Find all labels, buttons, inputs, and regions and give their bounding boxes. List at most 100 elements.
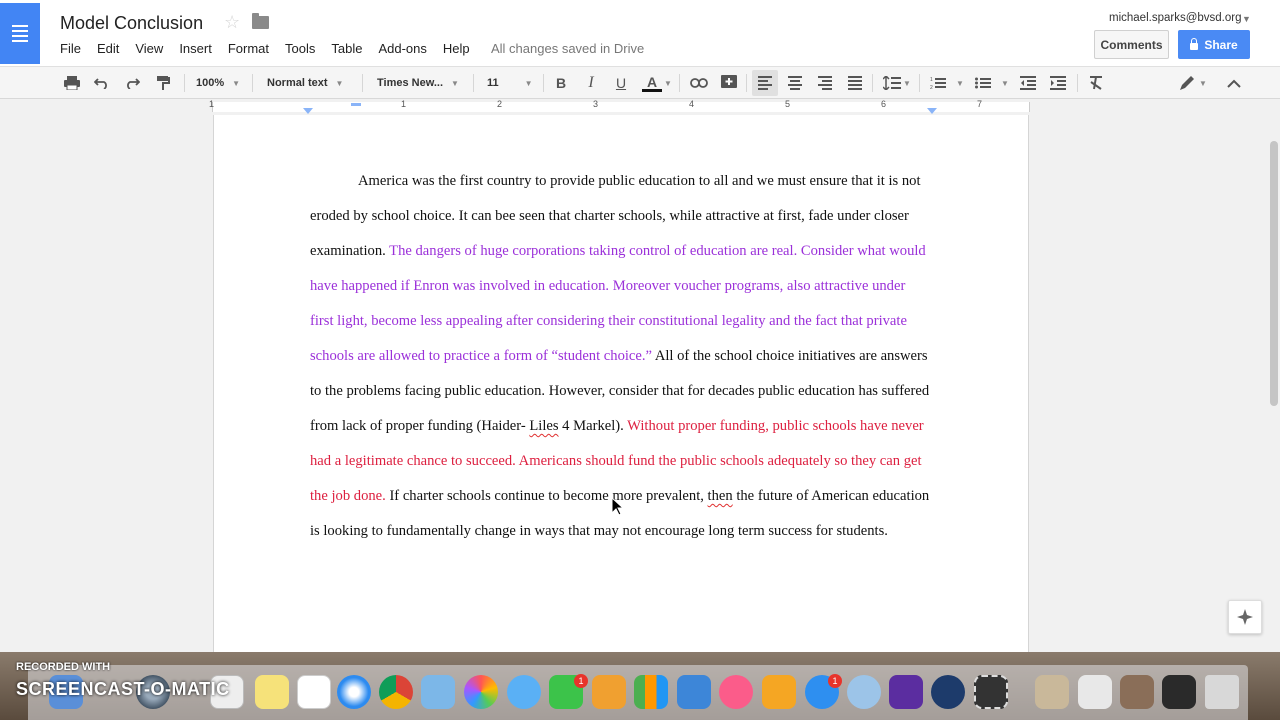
- document-page[interactable]: America was the first country to provide…: [213, 115, 1029, 655]
- font-size-value: 11: [487, 77, 499, 89]
- maps-icon[interactable]: [421, 675, 455, 709]
- menu-file[interactable]: File: [60, 41, 81, 56]
- chevron-down-icon[interactable]: ▼: [1001, 67, 1009, 99]
- vertical-scrollbar[interactable]: [1268, 115, 1280, 655]
- chevron-down-icon[interactable]: ▼: [664, 67, 672, 99]
- menu-help[interactable]: Help: [443, 41, 470, 56]
- messages-icon[interactable]: [507, 675, 541, 709]
- menu-bar: File Edit View Insert Format Tools Table…: [60, 41, 486, 56]
- ruler-number: 1: [401, 99, 407, 109]
- insert-comment-icon[interactable]: [719, 67, 739, 99]
- ibooks-icon[interactable]: [762, 675, 796, 709]
- italic-button[interactable]: I: [583, 67, 599, 99]
- paragraph[interactable]: America was the first country to provide…: [310, 164, 930, 549]
- print-icon[interactable]: [62, 67, 82, 99]
- pages-icon[interactable]: [592, 675, 626, 709]
- chrome-icon[interactable]: [379, 675, 413, 709]
- chevron-down-icon[interactable]: ▼: [903, 67, 911, 99]
- photo-stack-icon[interactable]: [1120, 675, 1154, 709]
- first-line-indent-marker[interactable]: [351, 103, 361, 106]
- bold-button[interactable]: B: [553, 67, 569, 99]
- notification-badge: 1: [828, 674, 842, 688]
- undo-icon[interactable]: [92, 67, 112, 99]
- keynote-icon[interactable]: [677, 675, 711, 709]
- decrease-indent-icon[interactable]: [1018, 67, 1038, 99]
- menu-format[interactable]: Format: [228, 41, 269, 56]
- menu-insert[interactable]: Insert: [179, 41, 212, 56]
- left-indent-marker[interactable]: [303, 108, 313, 114]
- zoom-select[interactable]: 100% ▼: [196, 67, 240, 99]
- safari-icon[interactable]: [337, 675, 371, 709]
- font-size-select[interactable]: 11 ▼: [487, 67, 533, 99]
- folder-stack-icon[interactable]: [1035, 675, 1069, 709]
- menu-tools[interactable]: Tools: [285, 41, 315, 56]
- explore-button[interactable]: [1228, 600, 1262, 634]
- redo-icon[interactable]: [122, 67, 142, 99]
- ruler-track: [212, 102, 1030, 112]
- font-select[interactable]: Times New... ▼: [377, 67, 459, 99]
- style-value: Normal text: [267, 77, 328, 89]
- quicktime-icon[interactable]: [931, 675, 965, 709]
- docs-home-icon[interactable]: [0, 3, 40, 64]
- svg-text:1: 1: [930, 77, 933, 83]
- numbers-icon[interactable]: [634, 675, 668, 709]
- text-color-button[interactable]: A: [640, 67, 664, 99]
- font-value: Times New...: [377, 77, 444, 89]
- save-status[interactable]: All changes saved in Drive: [491, 41, 644, 56]
- editing-mode-icon[interactable]: [1177, 67, 1197, 99]
- align-left-button[interactable]: [752, 70, 778, 96]
- numbered-list-icon[interactable]: 12: [928, 67, 948, 99]
- align-right-button[interactable]: [815, 67, 835, 99]
- link-icon[interactable]: [688, 67, 710, 99]
- menu-view[interactable]: View: [135, 41, 163, 56]
- ruler-number: 6: [881, 99, 887, 109]
- text-color-glyph: A: [646, 73, 658, 90]
- document-body[interactable]: America was the first country to provide…: [310, 164, 930, 549]
- document-title[interactable]: Model Conclusion: [60, 13, 203, 34]
- share-label: Share: [1204, 37, 1238, 52]
- documents-stack-icon[interactable]: [1078, 675, 1112, 709]
- misspelled-word[interactable]: Liles: [529, 418, 558, 434]
- collapse-menu-icon[interactable]: [1224, 67, 1244, 99]
- text-color-swatch: [642, 88, 662, 92]
- misspelled-word[interactable]: then: [708, 488, 733, 504]
- style-select[interactable]: Normal text ▼: [267, 67, 343, 99]
- menu-edit[interactable]: Edit: [97, 41, 119, 56]
- explore-icon: [1237, 609, 1253, 625]
- chevron-down-icon[interactable]: ▼: [1199, 67, 1207, 99]
- bulleted-list-icon[interactable]: [973, 67, 993, 99]
- imovie-icon[interactable]: [889, 675, 923, 709]
- menu-addons[interactable]: Add-ons: [378, 41, 426, 56]
- chevron-down-icon[interactable]: ▼: [956, 67, 964, 99]
- system-preferences-icon[interactable]: [847, 675, 881, 709]
- increase-indent-icon[interactable]: [1048, 67, 1068, 99]
- align-center-button[interactable]: [785, 67, 805, 99]
- justify-icon: [848, 76, 862, 90]
- account-email[interactable]: michael.sparks@bvsd.org: [1109, 12, 1241, 24]
- itunes-icon[interactable]: [719, 675, 753, 709]
- underline-button[interactable]: U: [613, 67, 629, 99]
- notes-icon[interactable]: [255, 675, 289, 709]
- line-spacing-icon[interactable]: [881, 67, 903, 99]
- folder-icon[interactable]: [252, 13, 269, 29]
- ruler-number: 2: [497, 99, 503, 109]
- ruler[interactable]: 1 1 2 3 4 5 6 7: [0, 99, 1280, 115]
- reminders-icon[interactable]: [297, 675, 331, 709]
- menu-table[interactable]: Table: [331, 41, 362, 56]
- trash-icon[interactable]: [1205, 675, 1239, 709]
- comments-button[interactable]: Comments: [1094, 30, 1169, 59]
- screenshot-icon[interactable]: [974, 675, 1008, 709]
- share-button[interactable]: Share: [1178, 30, 1250, 59]
- ruler-number: 3: [593, 99, 599, 109]
- downloads-stack-icon[interactable]: [1162, 675, 1196, 709]
- star-icon[interactable]: ☆: [224, 12, 240, 33]
- header: Model Conclusion ☆ File Edit View Insert…: [0, 0, 1280, 66]
- chevron-down-icon[interactable]: ▼: [1242, 14, 1251, 24]
- justify-button[interactable]: [845, 67, 865, 99]
- clear-formatting-icon[interactable]: [1086, 67, 1106, 99]
- photos-icon[interactable]: [464, 675, 498, 709]
- mouse-cursor-icon: [612, 498, 624, 516]
- right-indent-marker[interactable]: [927, 108, 937, 114]
- scrollbar-thumb[interactable]: [1270, 141, 1278, 406]
- paint-format-icon[interactable]: [153, 67, 173, 99]
